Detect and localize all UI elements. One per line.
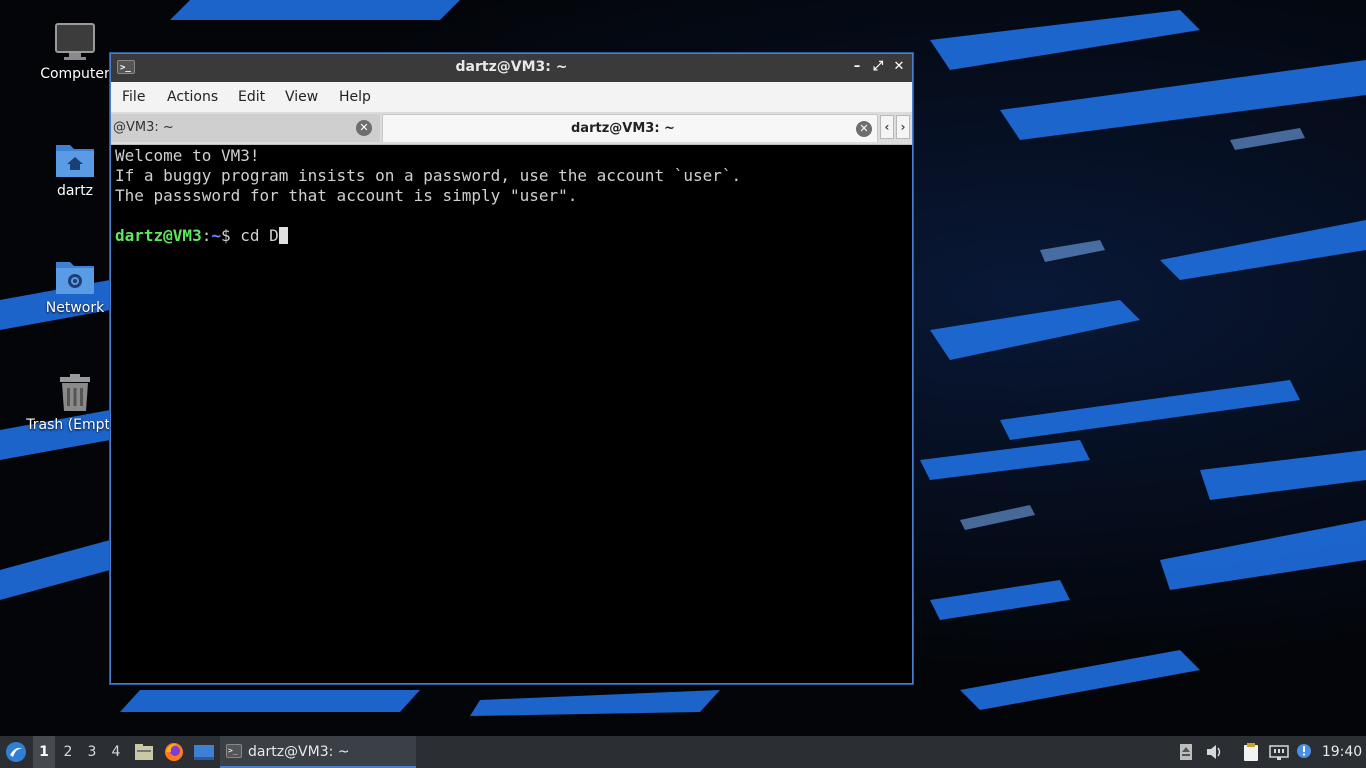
terminal-line: The passsword for that account is simply… xyxy=(115,186,578,205)
tab-terminal-1[interactable]: @VM3: ~ ✕ xyxy=(111,114,380,142)
menu-view[interactable]: View xyxy=(285,89,318,105)
file-manager-launcher[interactable] xyxy=(133,736,155,768)
workspace-4[interactable]: 4 xyxy=(105,736,127,768)
tab-close-icon[interactable]: ✕ xyxy=(356,120,372,136)
computer-icon xyxy=(55,23,95,60)
volume-tray[interactable] xyxy=(1204,736,1226,768)
taskbar: 1 2 3 4 >_ dartz@VM3: ~ 19:40 xyxy=(0,736,1366,768)
clock[interactable]: 19:40 xyxy=(1318,736,1366,768)
task-label: dartz@VM3: ~ xyxy=(248,744,350,760)
volume-icon xyxy=(1207,745,1221,759)
workspace-3[interactable]: 3 xyxy=(81,736,103,768)
prompt-user-host: dartz@VM3 xyxy=(115,226,202,245)
removable-media-tray[interactable] xyxy=(1176,736,1196,768)
tab-terminal-2[interactable]: dartz@VM3: ~ ✕ xyxy=(382,114,878,142)
maximize-button[interactable]: ⤢ xyxy=(869,58,887,76)
tab-bar: @VM3: ~ ✕ dartz@VM3: ~ ✕ ‹ › xyxy=(111,112,912,145)
network-icon xyxy=(1269,745,1289,760)
tab-label: @VM3: ~ xyxy=(113,120,174,135)
lubuntu-logo-icon xyxy=(6,742,26,762)
command-input[interactable]: cd D xyxy=(240,226,279,245)
show-desktop-launcher[interactable] xyxy=(192,736,216,768)
firefox-launcher[interactable] xyxy=(163,736,185,768)
close-button[interactable]: ✕ xyxy=(890,58,908,76)
terminal-output[interactable]: Welcome to VM3! If a buggy program insis… xyxy=(113,146,910,681)
terminal-task-icon: >_ xyxy=(226,744,242,758)
minimize-button[interactable]: – xyxy=(848,58,866,76)
update-notifier-icon xyxy=(1297,744,1311,758)
window-title: dartz@VM3: ~ xyxy=(455,59,568,75)
network-tray[interactable] xyxy=(1268,736,1290,768)
prompt-separator: : xyxy=(201,226,212,245)
removable-media-icon xyxy=(1180,744,1192,760)
tab-label: dartz@VM3: ~ xyxy=(571,121,675,136)
terminal-line: If a buggy program insists on a password… xyxy=(115,166,742,185)
terminal-line: Welcome to VM3! xyxy=(115,146,260,165)
tab-scroll-right-button[interactable]: › xyxy=(896,115,910,139)
menu-actions[interactable]: Actions xyxy=(167,89,218,105)
window-titlebar[interactable]: >_ dartz@VM3: ~ – ⤢ ✕ xyxy=(111,54,912,82)
menu-help[interactable]: Help xyxy=(339,89,371,105)
prompt-line: dartz@VM3:~$ cd D xyxy=(113,226,910,246)
clipboard-tray[interactable] xyxy=(1240,736,1262,768)
file-manager-icon xyxy=(135,744,153,760)
show-desktop-icon xyxy=(194,745,214,760)
prompt-symbol: $ xyxy=(220,226,241,245)
trash-icon xyxy=(60,374,90,411)
home-folder-icon xyxy=(56,145,94,177)
menu-edit[interactable]: Edit xyxy=(238,89,265,105)
firefox-icon xyxy=(165,743,183,761)
tab-close-icon[interactable]: ✕ xyxy=(856,121,872,137)
update-notifier-tray[interactable] xyxy=(1294,736,1314,768)
menu-file[interactable]: File xyxy=(122,89,145,105)
network-folder-icon xyxy=(56,262,94,294)
taskbar-terminal-task[interactable]: >_ dartz@VM3: ~ xyxy=(220,736,416,768)
prompt-path: ~ xyxy=(211,226,221,245)
menu-bar: File Actions Edit View Help xyxy=(111,82,912,112)
workspace-1[interactable]: 1 xyxy=(33,736,55,768)
terminal-window: >_ dartz@VM3: ~ – ⤢ ✕ File Actions Edit … xyxy=(110,53,913,684)
workspace-2[interactable]: 2 xyxy=(57,736,79,768)
text-cursor xyxy=(278,227,288,244)
start-menu-button[interactable] xyxy=(2,736,30,768)
tab-scroll-left-button[interactable]: ‹ xyxy=(880,115,894,139)
clipboard-icon xyxy=(1244,743,1258,761)
